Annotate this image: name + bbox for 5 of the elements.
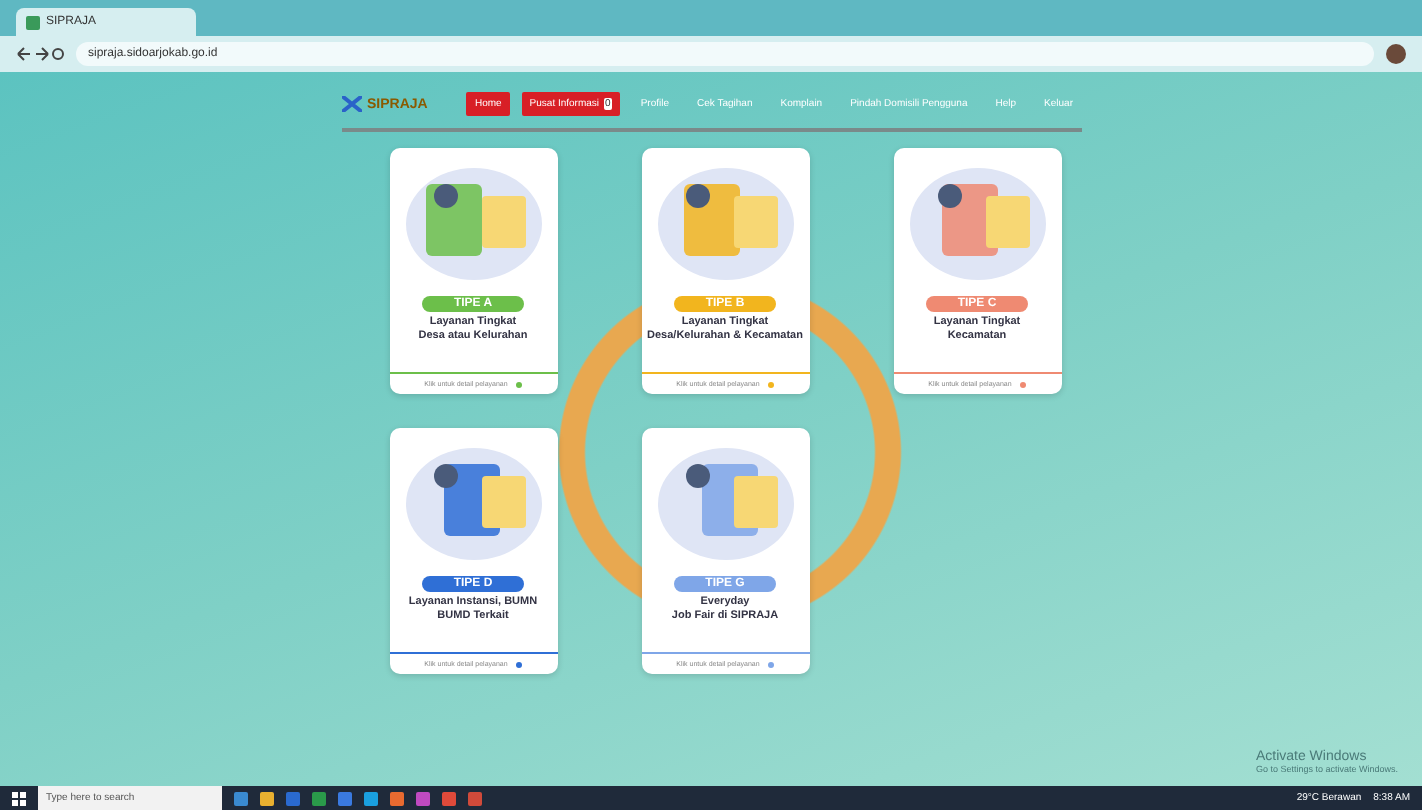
start-icon[interactable] bbox=[12, 791, 26, 805]
navigation-arrows-icon[interactable] bbox=[16, 46, 64, 62]
logo-icon bbox=[341, 96, 361, 112]
profile-icon[interactable] bbox=[1386, 44, 1406, 64]
site-icon bbox=[26, 15, 40, 29]
